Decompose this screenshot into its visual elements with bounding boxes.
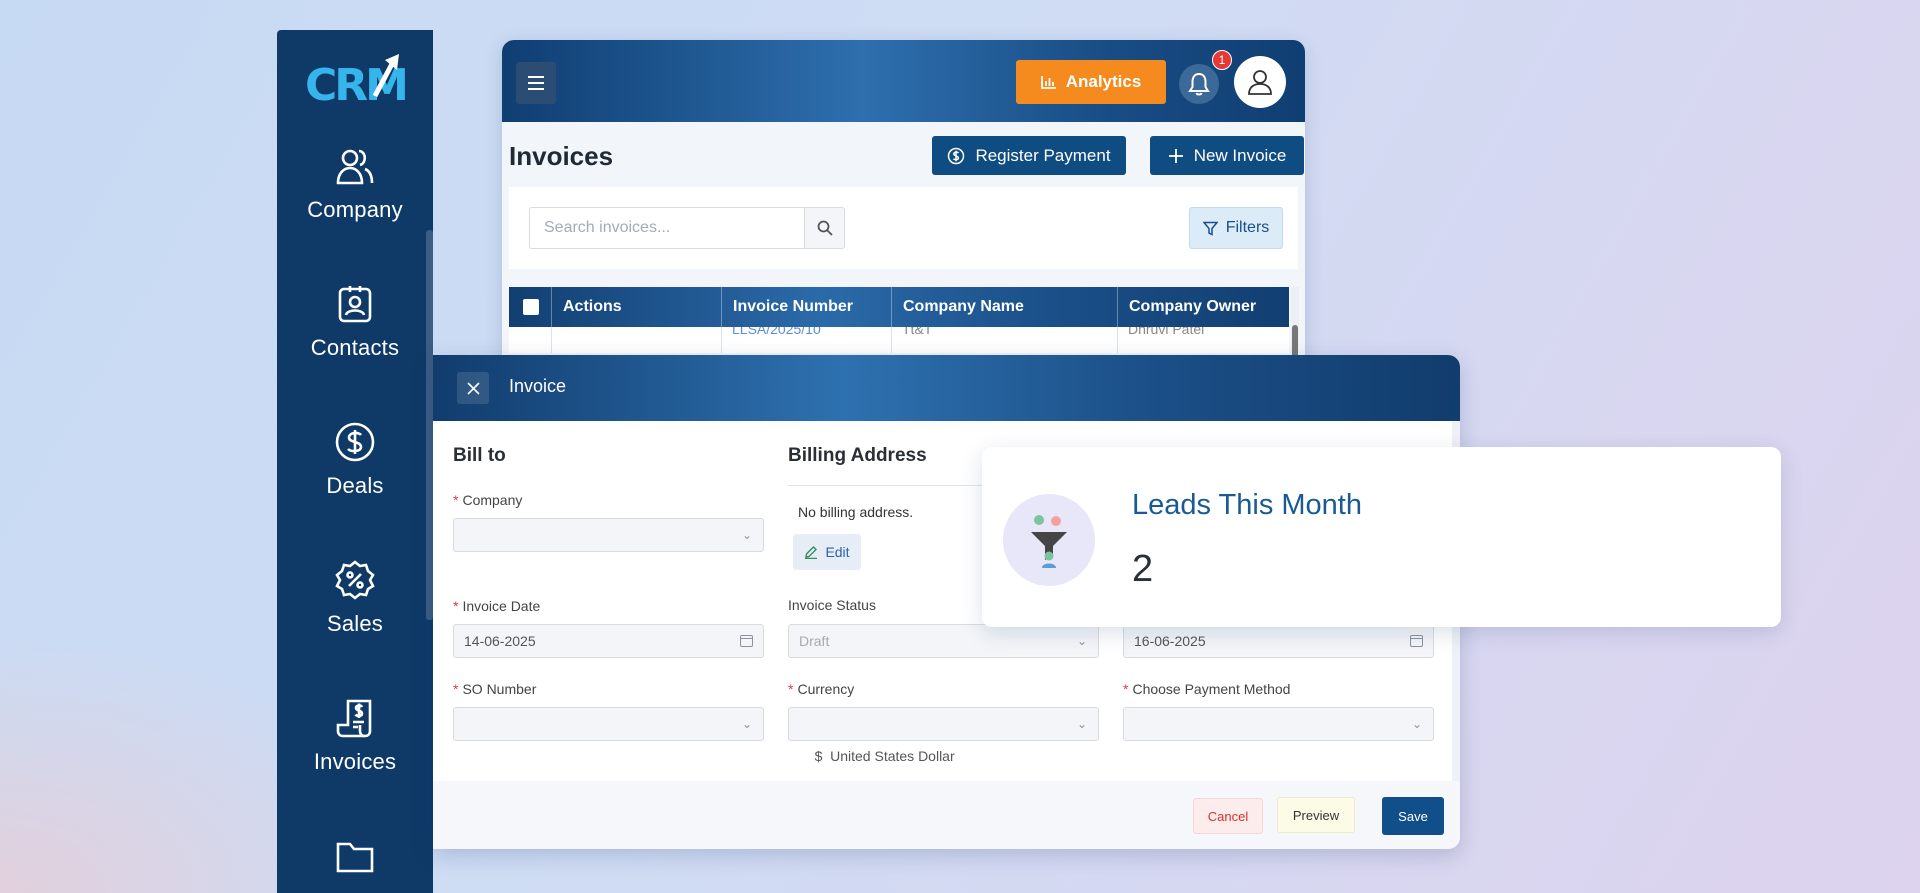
select-all-checkbox[interactable] (523, 299, 539, 315)
bar-chart-icon (1040, 76, 1056, 89)
invoice-date-label: * Invoice Date (453, 598, 541, 614)
analytics-button[interactable]: Analytics (1016, 60, 1166, 104)
new-invoice-button[interactable]: New Invoice (1150, 136, 1304, 175)
cell-divider (721, 327, 722, 353)
search-panel: Filters (509, 187, 1298, 269)
column-header-company-owner[interactable]: Company Owner (1117, 287, 1289, 327)
chevron-down-icon: ⌄ (1076, 634, 1087, 648)
filters-button[interactable]: Filters (1189, 207, 1283, 249)
search-button[interactable] (804, 207, 845, 249)
due-date-field[interactable]: 16-06-2025 (1123, 624, 1434, 658)
company-name-cell: Tt&T (902, 327, 933, 337)
folder-icon (336, 842, 374, 873)
edit-address-button[interactable]: Edit (793, 534, 861, 570)
payment-method-select[interactable]: ⌄ (1123, 707, 1434, 741)
sidebar-item-label: Deals (326, 473, 384, 498)
sidebar-item-label: Sales (326, 611, 384, 636)
invoice-status-label: Invoice Status (788, 597, 876, 613)
bell-icon (1188, 72, 1210, 96)
sidebar-item-contacts[interactable]: Contacts (277, 283, 433, 361)
calendar-icon (740, 635, 753, 647)
table-row[interactable]: LLSA/2025/10 Tt&T Dhruvi Patel (509, 327, 1289, 353)
payment-method-label: * Choose Payment Method (1123, 681, 1291, 697)
invoice-status-select[interactable]: Draft ⌄ (788, 624, 1099, 658)
so-number-select[interactable]: ⌄ (453, 707, 764, 741)
analytics-label: Analytics (1065, 72, 1142, 91)
cancel-button[interactable]: Cancel (1193, 798, 1263, 834)
invoice-number-link[interactable]: LLSA/2025/10 (732, 327, 821, 337)
page-title: Invoices (509, 141, 614, 171)
register-payment-button[interactable]: Register Payment (932, 136, 1126, 175)
currency-label: * Currency (788, 681, 855, 697)
notification-badge: 1 (1212, 50, 1232, 70)
leads-this-month-card: Leads This Month 2 (982, 447, 1781, 627)
user-avatar[interactable] (1234, 56, 1286, 108)
cell-divider (891, 327, 892, 353)
divider (788, 485, 998, 486)
table-header: Actions Invoice Number Company Name Comp… (509, 287, 1289, 327)
company-select[interactable]: ⌄ (453, 518, 764, 552)
search-input[interactable] (529, 207, 804, 249)
so-number-label: * SO Number (453, 681, 537, 697)
close-button[interactable] (457, 372, 489, 404)
dollar-circle-icon (335, 422, 375, 462)
contact-badge-icon (338, 286, 372, 323)
sidebar: CRM Company Contacts Deals Sales Invoice… (277, 30, 433, 893)
sidebar-item-invoices[interactable]: Invoices (277, 697, 433, 775)
invoice-date-field[interactable]: 14-06-2025 (453, 624, 764, 658)
invoice-icon (336, 699, 372, 738)
sidebar-item-sales[interactable]: Sales (277, 559, 433, 637)
no-address-text: No billing address. (798, 504, 914, 520)
plus-icon (1168, 148, 1183, 163)
dollar-circle-icon (948, 147, 965, 164)
company-label: * Company (453, 492, 523, 508)
sidebar-item-label: Contacts (310, 335, 400, 360)
column-header-invoice-number[interactable]: Invoice Number (721, 287, 891, 327)
leads-count: 2 (1132, 548, 1154, 590)
search-icon (817, 220, 833, 236)
sidebar-item-company[interactable]: Company (277, 145, 433, 223)
notifications-button[interactable] (1179, 64, 1219, 104)
column-header-actions[interactable]: Actions (551, 287, 721, 327)
preview-button[interactable]: Preview (1277, 797, 1355, 833)
edit-label: Edit (825, 544, 850, 560)
lead-funnel-icon (1003, 494, 1095, 586)
billing-address-heading: Billing Address (788, 445, 927, 466)
leads-title: Leads This Month (1132, 489, 1362, 521)
sidebar-item-label: Invoices (313, 749, 397, 774)
company-owner-cell: Dhruvi Patel (1128, 327, 1205, 337)
chevron-down-icon: ⌄ (1411, 717, 1422, 731)
currency-select[interactable]: $ United States Dollar ⌄ (788, 707, 1099, 764)
chevron-down-icon: ⌄ (741, 528, 752, 542)
user-icon (1248, 70, 1272, 95)
calendar-icon (1410, 635, 1423, 647)
sidebar-item-label: Company (307, 197, 403, 222)
pencil-icon (805, 546, 818, 559)
save-button[interactable]: Save (1382, 797, 1444, 835)
percent-badge-icon (335, 560, 375, 600)
sidebar-item-deals[interactable]: Deals (277, 421, 433, 499)
register-payment-label: Register Payment (975, 145, 1111, 165)
bill-to-heading: Bill to (453, 445, 506, 466)
filters-label: Filters (1225, 219, 1270, 236)
modal-title: Invoice (509, 376, 567, 396)
cell-divider (1117, 327, 1118, 353)
crm-logo[interactable]: CRM (305, 52, 409, 111)
column-header-company-name[interactable]: Company Name (891, 287, 1117, 327)
hamburger-icon (528, 76, 544, 90)
new-invoice-label: New Invoice (1193, 145, 1287, 165)
sidebar-scrollbar[interactable] (426, 230, 433, 620)
chevron-down-icon: ⌄ (741, 717, 752, 731)
sidebar-item-documents[interactable] (277, 835, 433, 887)
modal-header: Invoice (433, 355, 1460, 421)
users-icon (336, 149, 374, 185)
filter-icon (1202, 221, 1218, 236)
cell-divider (551, 327, 552, 353)
top-bar: Analytics 1 (502, 40, 1305, 122)
close-icon (466, 381, 480, 395)
chevron-down-icon: ⌄ (1076, 717, 1087, 731)
modal-footer: Cancel Preview Save (433, 781, 1460, 849)
menu-toggle-button[interactable] (516, 62, 556, 104)
